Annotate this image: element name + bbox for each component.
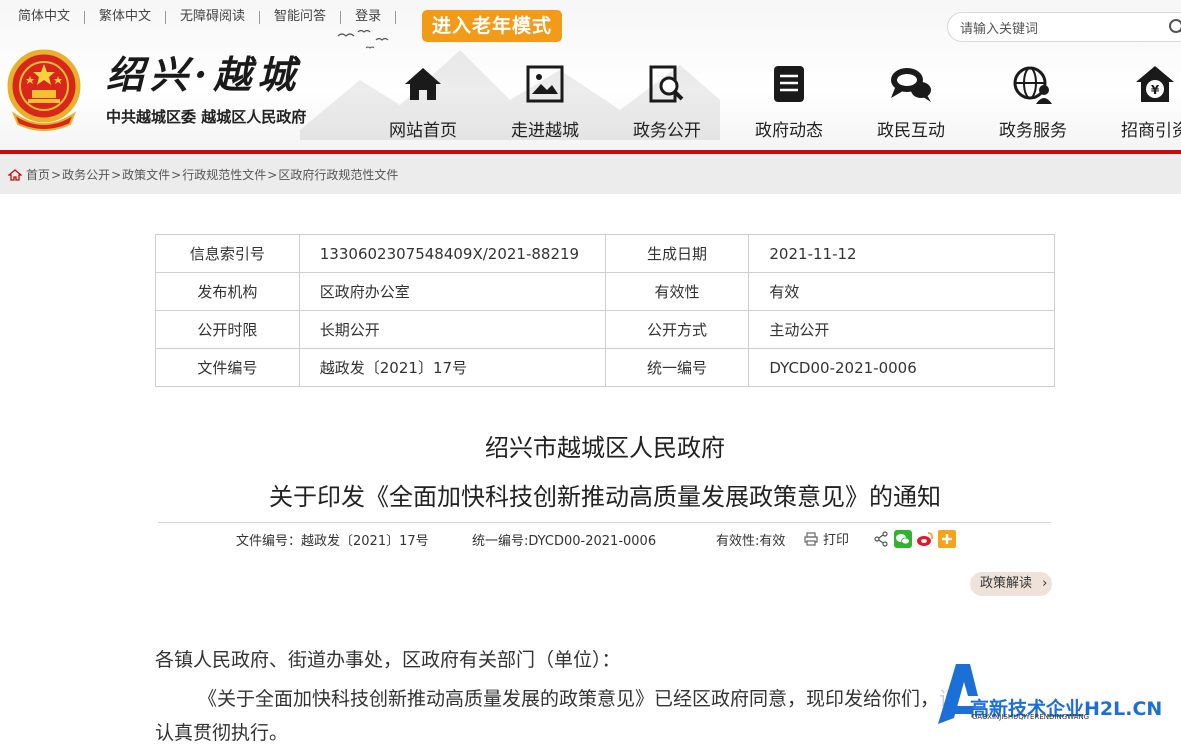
- breadcrumb-gov-affairs[interactable]: 政务公开: [62, 166, 110, 183]
- body-paragraph-continued: 认真贯彻执行。: [155, 718, 288, 745]
- search-box: [947, 12, 1181, 42]
- meta-divider: [158, 522, 1051, 523]
- info-value: 1330602307548409X/2021-88219: [299, 235, 605, 273]
- document-info-table: 信息索引号 1330602307548409X/2021-88219 生成日期 …: [155, 234, 1055, 387]
- home-icon: [8, 169, 22, 181]
- table-row: 公开时限 长期公开 公开方式 主动公开: [156, 311, 1055, 349]
- main-nav: 网站首页 走进越城 政务公开 政府动态: [362, 60, 1181, 150]
- meta-validity: 有效性:有效: [716, 530, 785, 549]
- nav-item-investment[interactable]: ¥ 招商引资: [1094, 60, 1181, 150]
- table-row: 发布机构 区政府办公室 有效性 有效: [156, 273, 1055, 311]
- search-input[interactable]: [960, 19, 1160, 37]
- nav-item-label: 政务公开: [606, 116, 728, 141]
- info-value: 2021-11-12: [749, 235, 1055, 273]
- article-title-line2: 关于印发《全面加快科技创新推动高质量发展政策意见》的通知: [155, 477, 1055, 512]
- nav-item-about[interactable]: 走进越城: [484, 60, 606, 150]
- info-value: 越政发〔2021〕17号: [299, 349, 605, 387]
- link-traditional-chinese[interactable]: 繁体中文: [85, 10, 165, 24]
- nav-item-gov-affairs[interactable]: 政务公开: [606, 60, 728, 150]
- yen-house-icon: ¥: [1133, 64, 1177, 104]
- nav-item-label: 走进越城: [484, 116, 606, 141]
- svg-text:¥: ¥: [1151, 83, 1160, 97]
- info-value: 有效: [749, 273, 1055, 311]
- breadcrumb-normative-files[interactable]: 行政规范性文件: [182, 166, 266, 183]
- breadcrumb: 首页 > 政务公开 > 政策文件 > 行政规范性文件 > 区政府行政规范性文件: [8, 166, 398, 183]
- share-icon[interactable]: [874, 531, 888, 547]
- body-salutation: 各镇人民政府、街道办事处，区政府有关部门（单位）：: [155, 645, 621, 672]
- info-value: 长期公开: [299, 311, 605, 349]
- birds-decoration: [336, 26, 406, 56]
- info-value: 主动公开: [749, 311, 1055, 349]
- globe-person-icon: [1011, 64, 1055, 104]
- divider: [395, 11, 396, 24]
- home-icon: [401, 64, 445, 104]
- nav-item-gov-news[interactable]: 政府动态: [728, 60, 850, 150]
- table-row: 文件编号 越政发〔2021〕17号 统一编号 DYCD00-2021-0006: [156, 349, 1055, 387]
- print-button[interactable]: 打印: [804, 529, 849, 548]
- info-key: 公开方式: [605, 311, 749, 349]
- breadcrumb-home[interactable]: 首页: [26, 166, 50, 183]
- watermark-subtext: GAOXINJISHUQIYERENDINGWANG: [972, 713, 1089, 721]
- nav-item-label: 政府动态: [728, 116, 850, 141]
- article-meta-bar: 文件编号：越政发〔2021〕17号 统一编号:DYCD00-2021-0006 …: [0, 530, 1181, 550]
- meta-unified-number: 统一编号:DYCD00-2021-0006: [472, 530, 656, 549]
- elder-mode-button[interactable]: 进入老年模式: [422, 10, 562, 42]
- info-key: 生成日期: [605, 235, 749, 273]
- nav-item-label: 政民互动: [850, 116, 972, 141]
- document-icon: [767, 64, 811, 104]
- meta-doc-number: 文件编号：越政发〔2021〕17号: [236, 530, 429, 549]
- body-paragraph: 《关于全面加快科技创新推动高质量发展的政策意见》已经区政府同意，现印发给你们，请: [198, 684, 958, 711]
- more-share-icon[interactable]: [938, 530, 956, 548]
- site-logo-subtitle: 中共越城区委 越城区人民政府: [106, 106, 306, 127]
- info-value: DYCD00-2021-0006: [749, 349, 1055, 387]
- breadcrumb-separator: >: [110, 168, 122, 182]
- link-smart-qa[interactable]: 智能问答: [260, 10, 340, 24]
- site-logo-calligraphy: 绍兴·越城: [106, 44, 301, 99]
- info-key: 文件编号: [156, 349, 300, 387]
- nav-item-home[interactable]: 网站首页: [362, 60, 484, 150]
- nav-item-label: 网站首页: [362, 116, 484, 141]
- nav-item-label: 招商引资: [1094, 116, 1181, 141]
- info-value: 区政府办公室: [299, 273, 605, 311]
- breadcrumb-district-files[interactable]: 区政府行政规范性文件: [278, 166, 398, 183]
- info-key: 统一编号: [605, 349, 749, 387]
- chevron-right-icon: ›: [1042, 576, 1047, 591]
- nav-item-interaction[interactable]: 政民互动: [850, 60, 972, 150]
- breadcrumb-policy-files[interactable]: 政策文件: [122, 166, 170, 183]
- info-key: 发布机构: [156, 273, 300, 311]
- info-key: 信息索引号: [156, 235, 300, 273]
- link-login[interactable]: 登录: [341, 10, 395, 24]
- nav-item-label: 政务服务: [972, 116, 1094, 141]
- policy-interpretation-button[interactable]: 政策解读 ›: [970, 572, 1052, 596]
- search-doc-icon: [645, 64, 689, 104]
- wechat-icon[interactable]: [894, 530, 912, 548]
- policy-interpretation-label: 政策解读: [980, 576, 1032, 591]
- print-label: 打印: [823, 533, 849, 548]
- breadcrumb-separator: >: [170, 168, 182, 182]
- chat-icon: [887, 64, 935, 104]
- table-row: 信息索引号 1330602307548409X/2021-88219 生成日期 …: [156, 235, 1055, 273]
- printer-icon: [804, 532, 818, 546]
- breadcrumb-bar: 首页 > 政务公开 > 政策文件 > 行政规范性文件 > 区政府行政规范性文件: [0, 154, 1181, 194]
- weibo-icon[interactable]: [916, 530, 934, 548]
- link-accessibility[interactable]: 无障碍阅读: [166, 10, 259, 24]
- nav-item-services[interactable]: 政务服务: [972, 60, 1094, 150]
- search-icon[interactable]: [1168, 18, 1181, 38]
- info-key: 公开时限: [156, 311, 300, 349]
- picture-icon: [523, 64, 567, 104]
- national-emblem-icon: [4, 44, 84, 132]
- breadcrumb-separator: >: [266, 168, 278, 182]
- info-key: 有效性: [605, 273, 749, 311]
- article-title-line1: 绍兴市越城区人民政府: [155, 428, 1055, 463]
- link-simplified-chinese[interactable]: 简体中文: [0, 10, 84, 24]
- breadcrumb-separator: >: [50, 168, 62, 182]
